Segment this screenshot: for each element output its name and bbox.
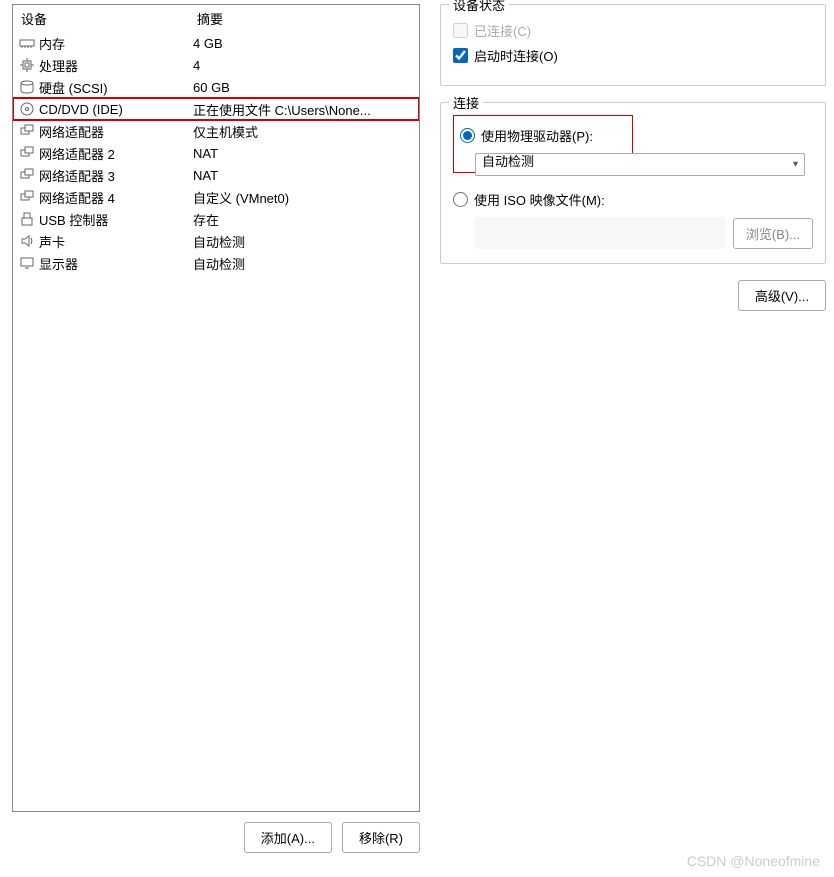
cd-icon: [17, 101, 37, 117]
device-name: USB 控制器: [37, 210, 193, 229]
device-name: 内存: [37, 34, 193, 53]
device-summary: 存在: [193, 210, 415, 229]
net-icon: [17, 167, 37, 183]
device-name: 网络适配器 4: [37, 188, 193, 207]
browse-button[interactable]: 浏览(B)...: [733, 218, 813, 249]
device-name: 硬盘 (SCSI): [37, 78, 193, 97]
device-name: 声卡: [37, 232, 193, 251]
connect-on-poweron-checkbox[interactable]: [453, 48, 468, 63]
physical-dropdown-value: 自动检测: [482, 154, 534, 169]
table-header: 设备 摘要: [13, 5, 419, 32]
device-summary: 4: [193, 58, 415, 73]
chevron-down-icon: ▾: [793, 159, 798, 170]
connected-label: 已连接(C): [474, 21, 531, 40]
device-status-title: 设备状态: [449, 0, 509, 14]
device-summary: 正在使用文件 C:\Users\None...: [193, 100, 415, 119]
device-name: 网络适配器: [37, 122, 193, 141]
device-table: 设备 摘要 内存4 GB处理器4硬盘 (SCSI)60 GBCD/DVD (ID…: [12, 4, 420, 812]
device-summary: 自动检测: [193, 232, 415, 251]
device-row-cpu[interactable]: 处理器4: [13, 54, 419, 76]
device-row-cd[interactable]: CD/DVD (IDE)正在使用文件 C:\Users\None...: [13, 98, 419, 120]
use-iso-label[interactable]: 使用 ISO 映像文件(M):: [474, 190, 605, 209]
device-summary: NAT: [193, 146, 415, 161]
device-summary: 60 GB: [193, 80, 415, 95]
sound-icon: [17, 233, 37, 249]
iso-path-field: [475, 217, 725, 249]
device-summary: 自定义 (VMnet0): [193, 188, 415, 207]
use-physical-label[interactable]: 使用物理驱动器(P):: [481, 126, 593, 145]
device-row-net[interactable]: 网络适配器 4自定义 (VMnet0): [13, 186, 419, 208]
connected-checkbox: [453, 23, 468, 38]
device-row-net[interactable]: 网络适配器 3NAT: [13, 164, 419, 186]
usb-icon: [17, 211, 37, 227]
disk-icon: [17, 79, 37, 95]
device-summary: 4 GB: [193, 36, 415, 51]
advanced-button[interactable]: 高级(V)...: [738, 280, 826, 311]
device-name: CD/DVD (IDE): [37, 102, 193, 117]
device-row-display[interactable]: 显示器自动检测: [13, 252, 419, 274]
memory-icon: [17, 35, 37, 51]
device-row-net[interactable]: 网络适配器 2NAT: [13, 142, 419, 164]
remove-button[interactable]: 移除(R): [342, 822, 420, 853]
device-row-sound[interactable]: 声卡自动检测: [13, 230, 419, 252]
display-icon: [17, 255, 37, 271]
device-name: 网络适配器 3: [37, 166, 193, 185]
connect-on-poweron-label[interactable]: 启动时连接(O): [474, 46, 558, 65]
device-name: 显示器: [37, 254, 193, 273]
net-icon: [17, 145, 37, 161]
header-device: 设备: [13, 5, 189, 32]
add-button[interactable]: 添加(A)...: [244, 822, 332, 853]
device-summary: 自动检测: [193, 254, 415, 273]
net-icon: [17, 123, 37, 139]
device-row-disk[interactable]: 硬盘 (SCSI)60 GB: [13, 76, 419, 98]
use-iso-radio[interactable]: [453, 192, 468, 207]
device-status-group: 设备状态 已连接(C) 启动时连接(O): [440, 4, 826, 86]
connection-title: 连接: [449, 93, 483, 112]
device-name: 处理器: [37, 56, 193, 75]
connection-group: 连接 使用物理驱动器(P): 自动检测 . ▾ 使用 ISO 映像文件(M):: [440, 102, 826, 264]
device-summary: NAT: [193, 168, 415, 183]
header-summary: 摘要: [189, 5, 419, 32]
device-summary: 仅主机模式: [193, 122, 415, 141]
device-row-usb[interactable]: USB 控制器存在: [13, 208, 419, 230]
device-name: 网络适配器 2: [37, 144, 193, 163]
cpu-icon: [17, 57, 37, 73]
use-physical-radio[interactable]: [460, 128, 475, 143]
device-row-memory[interactable]: 内存4 GB: [13, 32, 419, 54]
net-icon: [17, 189, 37, 205]
device-row-net[interactable]: 网络适配器仅主机模式: [13, 120, 419, 142]
